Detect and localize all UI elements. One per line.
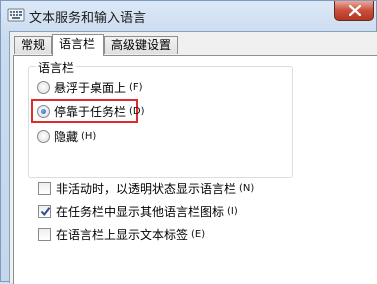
radio-dock-in-taskbar[interactable]: 停靠于任务栏 (D) [37,102,145,120]
window-title: 文本服务和输入语言 [29,11,147,26]
title-bar[interactable]: 文本服务和输入语言 [1,1,377,29]
shortcut-hint: (D) [129,105,145,117]
radio-hidden[interactable]: 隐藏 (H) [37,127,96,145]
tab-general[interactable]: 常规 [14,36,52,54]
radio-label: 隐藏 [54,129,79,144]
tab-language-bar-label: 语言栏 [59,37,96,51]
radio-label: 停靠于任务栏 [54,104,127,119]
tab-panel: 语言栏 悬浮于桌面上 (F) 停靠于任务栏 (D) 隐藏 (H) 非活动时，以透… [13,55,377,284]
radio-button[interactable] [37,80,50,94]
language-bar-group: 语言栏 悬浮于桌面上 (F) 停靠于任务栏 (D) 隐藏 (H) [28,59,293,178]
shortcut-hint: (F) [129,81,143,93]
tab-advanced-key-settings[interactable]: 高级键设置 [104,36,178,54]
radio-label: 悬浮于桌面上 [54,80,127,95]
shortcut-hint: (N) [239,182,255,194]
checkbox[interactable] [38,227,51,241]
checkbox-checked[interactable] [38,204,51,218]
tab-language-bar[interactable]: 语言栏 [52,34,104,56]
group-label: 语言栏 [36,59,77,76]
tab-general-label: 常规 [21,38,46,52]
dialog-client-area: 常规 语言栏 高级键设置 语言栏 悬浮于桌面上 (F) 停靠于任务栏 (D) 隐… [9,31,377,284]
shortcut-hint: (I) [227,205,238,217]
shortcut-hint: (E) [191,228,206,240]
dialog-window: 文本服务和输入语言 常规 语言栏 高级键设置 语言栏 悬浮于桌面上 (F) 停靠… [0,0,377,284]
checkmark-icon [40,206,51,216]
checkbox-show-text-labels[interactable]: 在语言栏上显示文本标签 (E) [38,225,205,243]
close-icon [349,5,361,16]
radio-button-selected[interactable] [37,104,50,118]
keyboard-app-icon [7,6,25,24]
radio-button[interactable] [37,129,50,143]
shortcut-hint: (H) [81,130,97,142]
checkbox-label: 在语言栏上显示文本标签 [56,227,189,242]
close-button[interactable] [334,1,374,21]
checkbox-show-additional-icons[interactable]: 在任务栏中显示其他语言栏图标 (I) [38,202,238,220]
checkbox-transparent-when-inactive[interactable]: 非活动时，以透明状态显示语言栏 (N) [38,179,254,197]
checkbox[interactable] [38,181,51,195]
checkbox-label: 非活动时，以透明状态显示语言栏 [56,181,237,196]
radio-float-on-desktop[interactable]: 悬浮于桌面上 (F) [37,78,143,96]
tab-advanced-key-settings-label: 高级键设置 [111,38,172,52]
checkbox-label: 在任务栏中显示其他语言栏图标 [56,204,225,219]
